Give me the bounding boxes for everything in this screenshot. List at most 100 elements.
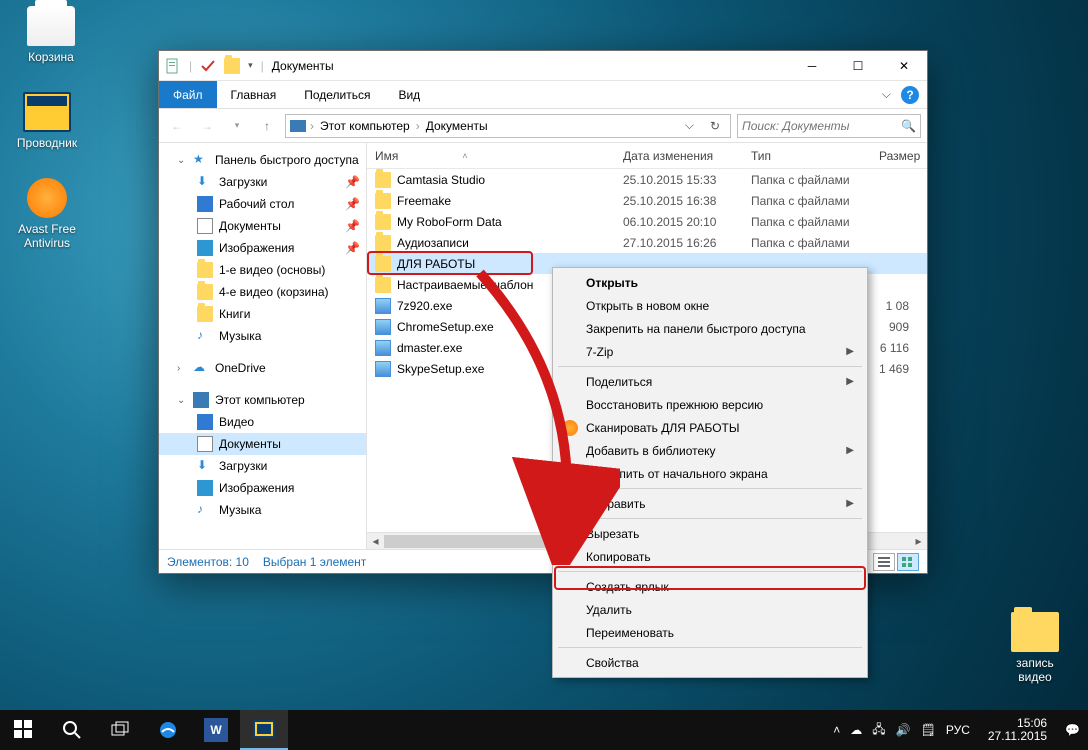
ribbon-tab-share[interactable]: Поделиться [290, 81, 384, 108]
taskbar-word[interactable]: W [192, 710, 240, 750]
nav-up-button[interactable]: ↑ [255, 114, 279, 138]
desktop-icon-folder-video[interactable]: запись видео [998, 612, 1072, 684]
folder-icon [197, 284, 213, 300]
desktop-icon-avast[interactable]: Avast Free Antivirus [10, 178, 84, 250]
tray-network-icon[interactable]: 🖧 [872, 720, 885, 741]
check-icon[interactable] [200, 58, 216, 74]
file-date: 27.10.2015 16:26 [615, 236, 743, 250]
tray-volume-icon[interactable]: 🔊 [896, 723, 911, 737]
menu-item[interactable]: Поделиться▶ [556, 370, 864, 393]
breadcrumb-current[interactable]: Документы [424, 119, 490, 133]
menu-item[interactable]: Открыть в новом окне [556, 294, 864, 317]
folder-icon[interactable] [224, 58, 240, 74]
scroll-left-icon[interactable]: ◂ [367, 533, 384, 550]
nav-item-pictures[interactable]: Изображения📌 [159, 237, 366, 259]
nav-item-documents[interactable]: Документы [159, 433, 366, 455]
menu-item[interactable]: Закрепить на панели быстрого доступа [556, 317, 864, 340]
column-date[interactable]: Дата изменения [615, 149, 743, 163]
column-size[interactable]: Размер [871, 149, 929, 163]
taskbar-clock[interactable]: 15:06 27.11.2015 [980, 717, 1055, 743]
address-dropdown-icon[interactable]: ⌵ [679, 118, 700, 133]
nav-item-downloads[interactable]: ⬇Загрузки [159, 455, 366, 477]
action-center-icon[interactable]: 💬 [1065, 723, 1080, 737]
ribbon-tab-home[interactable]: Главная [217, 81, 291, 108]
file-row[interactable]: Camtasia Studio25.10.2015 15:33Папка с ф… [367, 169, 927, 190]
titlebar[interactable]: | ▾ | Документы ─ ☐ ✕ [159, 51, 927, 81]
menu-item[interactable]: Переименовать [556, 621, 864, 644]
search-icon[interactable]: 🔍 [901, 119, 916, 133]
menu-item[interactable]: Вырезать [556, 522, 864, 545]
tray-chevron-icon[interactable]: ˄ [833, 723, 840, 737]
close-button[interactable]: ✕ [881, 51, 927, 81]
nav-item-videos[interactable]: Видео [159, 411, 366, 433]
desktop-icon-explorer[interactable]: Проводник [10, 92, 84, 150]
nav-back-button[interactable]: ← [165, 114, 189, 138]
ribbon-tab-file[interactable]: Файл [159, 81, 217, 108]
menu-item[interactable]: Добавить в библиотеку▶ [556, 439, 864, 462]
start-button[interactable] [0, 710, 48, 750]
file-row[interactable]: My RoboForm Data06.10.2015 20:10Папка с … [367, 211, 927, 232]
help-icon[interactable]: ? [901, 86, 919, 104]
nav-onedrive[interactable]: ›☁OneDrive [159, 357, 366, 379]
expand-icon[interactable]: ⌄ [177, 395, 187, 406]
nav-item-downloads[interactable]: ⬇Загрузки📌 [159, 171, 366, 193]
nav-this-pc[interactable]: ⌄Этот компьютер [159, 389, 366, 411]
menu-item[interactable]: Открепить от начального экрана [556, 462, 864, 485]
menu-item[interactable]: Копировать [556, 545, 864, 568]
maximize-button[interactable]: ☐ [835, 51, 881, 81]
file-name: Настраиваемые шаблон [397, 278, 533, 292]
refresh-icon[interactable]: ↻ [704, 119, 726, 133]
menu-item[interactable]: Отправить▶ [556, 492, 864, 515]
nav-item-pictures[interactable]: Изображения [159, 477, 366, 499]
nav-item-folder[interactable]: 1-е видео (основы) [159, 259, 366, 281]
scroll-right-icon[interactable]: ▸ [910, 533, 927, 550]
tray-language[interactable]: РУС [946, 723, 970, 737]
menu-item[interactable]: Удалить [556, 598, 864, 621]
qat-dropdown-icon[interactable]: ▾ [248, 60, 253, 71]
menu-item[interactable]: Восстановить прежнюю версию [556, 393, 864, 416]
nav-item-music[interactable]: ♪Музыка [159, 499, 366, 521]
taskbar-edge[interactable] [144, 710, 192, 750]
nav-forward-button[interactable]: → [195, 114, 219, 138]
nav-item-folder[interactable]: 4-е видео (корзина) [159, 281, 366, 303]
folder-icon [375, 214, 391, 230]
ribbon-tab-view[interactable]: Вид [384, 81, 434, 108]
nav-recent-button[interactable]: ▾ [225, 114, 249, 138]
tray-notes-icon[interactable]: 🗒 [921, 723, 936, 737]
menu-item[interactable]: Свойства [556, 651, 864, 674]
view-list-button[interactable] [873, 553, 895, 571]
search-button[interactable] [48, 710, 96, 750]
desktop-icon-recycle-bin[interactable]: Корзина [14, 6, 88, 64]
nav-item-documents[interactable]: Документы📌 [159, 215, 366, 237]
menu-item[interactable]: Открыть [556, 271, 864, 294]
view-details-button[interactable] [897, 553, 919, 571]
tray-onedrive-icon[interactable]: ☁ [850, 723, 862, 737]
file-name: Аудиозаписи [397, 236, 469, 250]
file-row[interactable]: Аудиозаписи27.10.2015 16:26Папка с файла… [367, 232, 927, 253]
taskview-button[interactable] [96, 710, 144, 750]
menu-item[interactable]: Создать ярлык [556, 575, 864, 598]
column-type[interactable]: Тип [743, 149, 871, 163]
search-input[interactable] [742, 119, 901, 133]
file-name: dmaster.exe [397, 341, 462, 355]
expand-icon[interactable]: › [177, 363, 187, 374]
column-name[interactable]: Имя˄ [367, 149, 615, 163]
nav-item-desktop[interactable]: Рабочий стол📌 [159, 193, 366, 215]
nav-item-folder[interactable]: Книги [159, 303, 366, 325]
expand-icon[interactable]: ⌄ [177, 155, 187, 166]
cloud-icon: ☁ [193, 360, 209, 376]
file-row[interactable]: Freemake25.10.2015 16:38Папка с файлами [367, 190, 927, 211]
menu-item[interactable]: Сканировать ДЛЯ РАБОТЫ [556, 416, 864, 439]
nav-label: 4-е видео (корзина) [219, 285, 329, 299]
ribbon-expand-icon[interactable]: ⌵ [882, 87, 891, 102]
nav-quick-access[interactable]: ⌄ ★ Панель быстрого доступа [159, 149, 366, 171]
breadcrumb-root[interactable]: Этот компьютер [318, 119, 412, 133]
recycle-bin-icon [27, 6, 75, 46]
taskbar-explorer[interactable] [240, 710, 288, 750]
minimize-button[interactable]: ─ [789, 51, 835, 81]
menu-item[interactable]: 7-Zip▶ [556, 340, 864, 363]
nav-item-music[interactable]: ♪Музыка [159, 325, 366, 347]
search-field[interactable]: 🔍 [737, 114, 921, 138]
menu-label: Вырезать [586, 527, 639, 541]
address-field[interactable]: › Этот компьютер › Документы ⌵ ↻ [285, 114, 731, 138]
